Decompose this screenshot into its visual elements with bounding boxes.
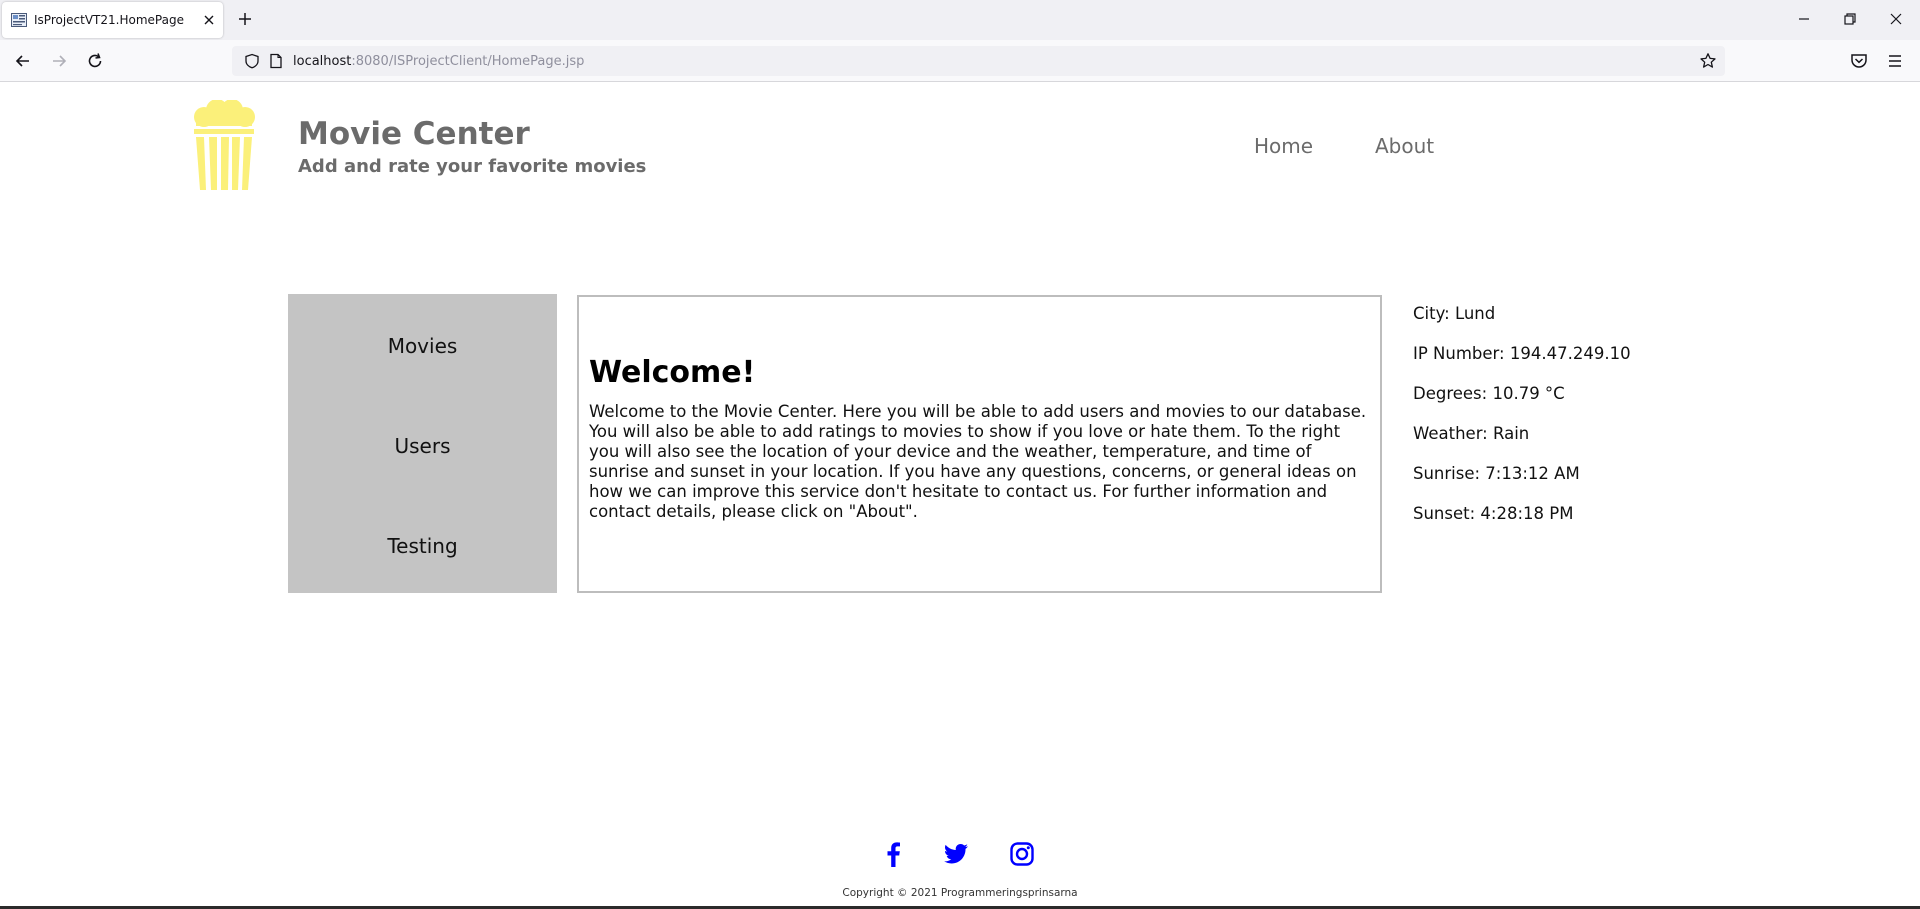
welcome-text: Welcome to the Movie Center. Here you wi…: [589, 402, 1367, 521]
browser-tab[interactable]: IsProjectVT21.HomePage: [2, 2, 223, 38]
browser-toolbar: localhost:8080/ISProjectClient/HomePage.…: [0, 40, 1920, 82]
close-tab-icon[interactable]: [201, 12, 217, 28]
info-city: City: Lund: [1413, 304, 1496, 323]
site-subtitle: Add and rate your favorite movies: [298, 156, 647, 177]
reload-icon[interactable]: [85, 51, 105, 71]
sidebar-item-users[interactable]: Users: [288, 434, 557, 458]
restore-icon[interactable]: [1841, 10, 1859, 28]
info-ip: IP Number: 194.47.249.10: [1413, 344, 1631, 363]
back-arrow-icon[interactable]: [13, 51, 33, 71]
forward-arrow-icon[interactable]: [49, 51, 69, 71]
info-sunrise: Sunrise: 7:13:12 AM: [1413, 464, 1580, 483]
welcome-panel: Welcome! Welcome to the Movie Center. He…: [577, 295, 1382, 593]
nav-home-link[interactable]: Home: [1254, 134, 1313, 158]
sidebar-item-movies[interactable]: Movies: [288, 334, 557, 358]
url-text: localhost:8080/ISProjectClient/HomePage.…: [293, 54, 584, 69]
info-degrees: Degrees: 10.79 °C: [1413, 384, 1565, 403]
menu-icon[interactable]: [1885, 51, 1905, 71]
minimize-icon[interactable]: [1795, 10, 1813, 28]
site-title: Movie Center: [298, 116, 530, 152]
sidebar-item-testing[interactable]: Testing: [288, 534, 557, 558]
bookmark-star-icon[interactable]: [1699, 52, 1717, 70]
address-bar[interactable]: localhost:8080/ISProjectClient/HomePage.…: [232, 46, 1725, 76]
url-host: localhost: [293, 54, 352, 69]
tab-title: IsProjectVT21.HomePage: [34, 13, 184, 27]
sidebar: Movies Users Testing: [288, 294, 557, 593]
close-window-icon[interactable]: [1887, 10, 1905, 28]
page-favicon-icon: [11, 13, 27, 27]
welcome-heading: Welcome!: [589, 355, 756, 390]
info-sunset: Sunset: 4:28:18 PM: [1413, 504, 1574, 523]
url-path: :8080/ISProjectClient/HomePage.jsp: [351, 54, 585, 69]
nav-about-link[interactable]: About: [1375, 134, 1434, 158]
instagram-icon[interactable]: [1008, 840, 1036, 868]
tracking-shield-icon[interactable]: [244, 53, 260, 69]
popcorn-logo-icon[interactable]: [190, 100, 258, 192]
copyright-text: Copyright © 2021 Programmeringsprinsarna: [842, 887, 1078, 899]
new-tab-icon[interactable]: [236, 10, 254, 28]
browser-tab-strip: IsProjectVT21.HomePage: [0, 0, 1920, 40]
pocket-icon[interactable]: [1849, 51, 1869, 71]
page-info-icon[interactable]: [269, 53, 283, 69]
web-page: Movie Center Add and rate your favorite …: [0, 82, 1920, 909]
twitter-icon[interactable]: [942, 840, 970, 868]
info-weather: Weather: Rain: [1413, 424, 1530, 443]
facebook-icon[interactable]: [880, 840, 908, 868]
